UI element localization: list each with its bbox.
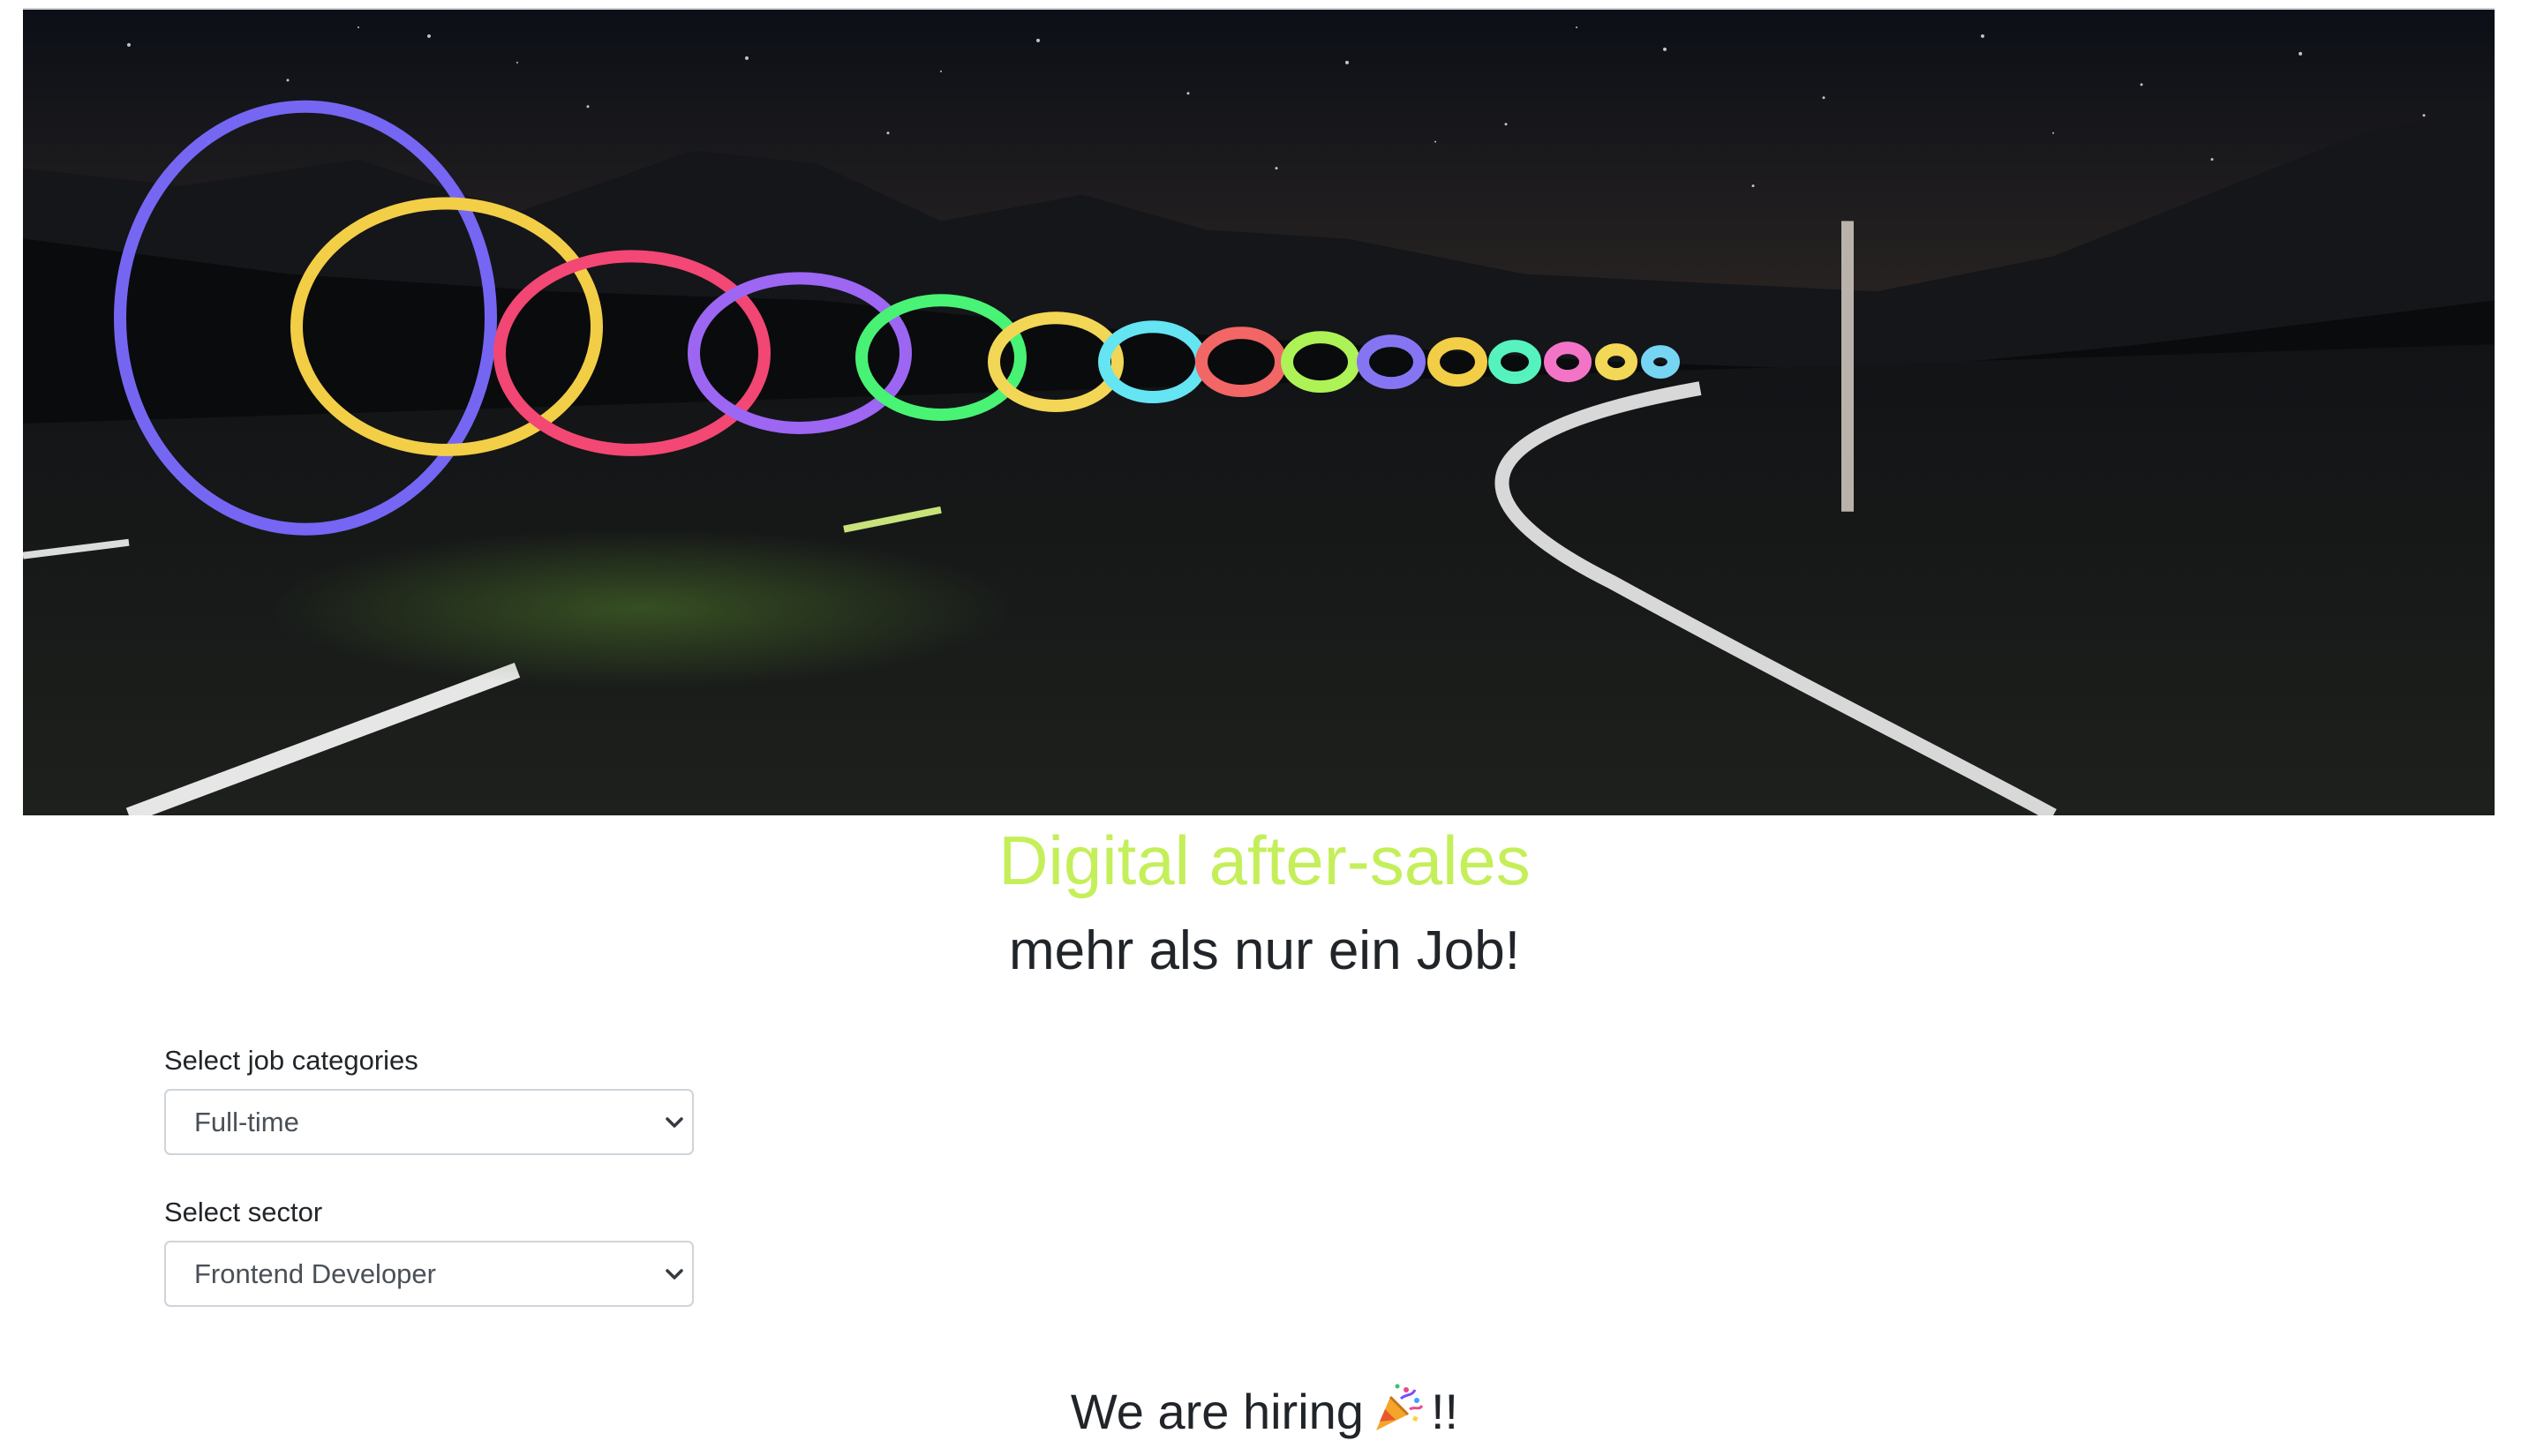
job-filter-form: Select job categories Full-time Select s… bbox=[164, 1032, 694, 1307]
hero-image bbox=[23, 8, 2495, 815]
page: Digital after-sales mehr als nur ein Job… bbox=[0, 0, 2529, 1456]
page-title: Digital after-sales bbox=[998, 822, 1531, 899]
hiring-text: We are hiring bbox=[1070, 1384, 1364, 1439]
job-category-label: Select job categories bbox=[164, 1045, 418, 1076]
sector-label: Select sector bbox=[164, 1197, 323, 1227]
party-popper-icon bbox=[1375, 1384, 1424, 1430]
hiring-exclamation: !! bbox=[1430, 1384, 1459, 1439]
page-subtitle: mehr als nur ein Job! bbox=[1009, 920, 1520, 981]
hiring-banner: We are hiring !! bbox=[0, 1368, 2529, 1456]
chevron-down-icon bbox=[666, 1269, 683, 1280]
chevron-down-icon bbox=[666, 1117, 683, 1128]
job-category-select[interactable]: Full-time bbox=[164, 1089, 694, 1155]
sector-value: Frontend Developer bbox=[194, 1258, 436, 1289]
job-category-value: Full-time bbox=[194, 1107, 299, 1137]
sector-select[interactable]: Frontend Developer bbox=[164, 1241, 694, 1307]
hero-illustration bbox=[23, 10, 2495, 815]
